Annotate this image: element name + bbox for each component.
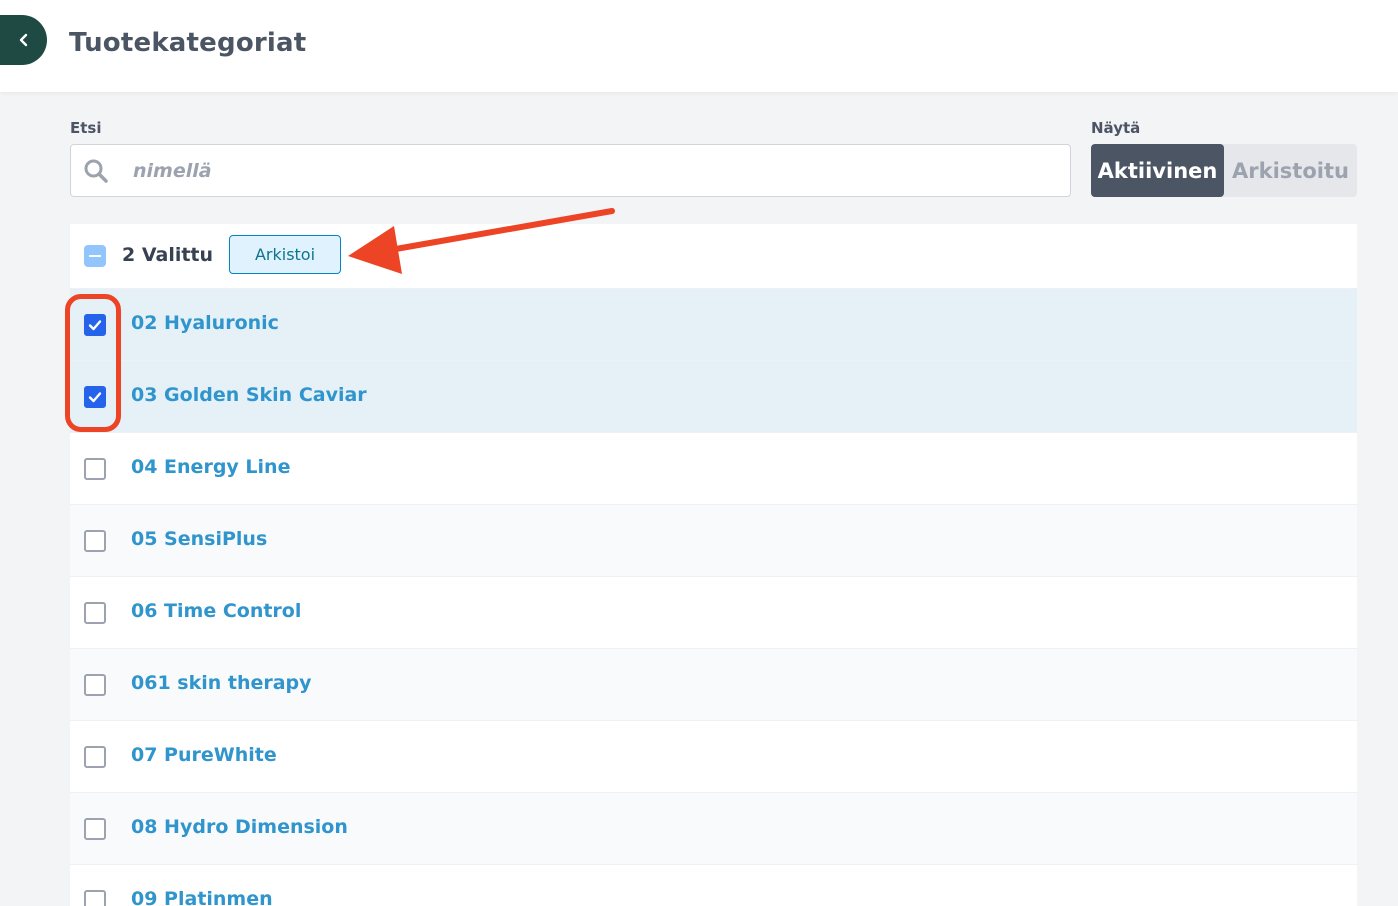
selected-count: 2 Valittu xyxy=(122,244,214,266)
toggle-active[interactable]: Aktiivinen xyxy=(1091,144,1224,197)
list-item: 03 Golden Skin Caviar xyxy=(70,360,1357,432)
row-checkbox[interactable] xyxy=(84,890,106,906)
bulk-action-bar: 2 Valittu Arkistoi xyxy=(70,224,1357,288)
list-item: 02 Hyaluronic xyxy=(70,288,1357,360)
row-checkbox[interactable] xyxy=(84,530,106,552)
category-link[interactable]: 061 skin therapy xyxy=(131,672,312,694)
row-checkbox[interactable] xyxy=(84,458,106,480)
category-link[interactable]: 07 PureWhite xyxy=(131,744,277,766)
category-link[interactable]: 03 Golden Skin Caviar xyxy=(131,384,367,406)
archive-button[interactable]: Arkistoi xyxy=(229,235,341,274)
category-link[interactable]: 09 Platinmen xyxy=(131,888,273,906)
row-checkbox[interactable] xyxy=(84,314,106,336)
list-item: 09 Platinmen xyxy=(70,864,1357,906)
back-button[interactable] xyxy=(0,15,47,65)
show-label: Näytä xyxy=(1091,119,1141,137)
page-header: Tuotekategoriat xyxy=(0,0,1398,92)
row-checkbox[interactable] xyxy=(84,818,106,840)
list-item: 07 PureWhite xyxy=(70,720,1357,792)
search-label: Etsi xyxy=(70,119,102,137)
list-item: 061 skin therapy xyxy=(70,648,1357,720)
category-list: 2 Valittu Arkistoi 02 Hyaluronic 03 Gold… xyxy=(70,224,1357,906)
row-checkbox[interactable] xyxy=(84,602,106,624)
toggle-archived[interactable]: Arkistoitu xyxy=(1224,144,1357,197)
list-item: 08 Hydro Dimension xyxy=(70,792,1357,864)
row-checkbox[interactable] xyxy=(84,386,106,408)
row-checkbox[interactable] xyxy=(84,674,106,696)
list-item: 06 Time Control xyxy=(70,576,1357,648)
select-all-checkbox[interactable] xyxy=(84,245,106,267)
category-link[interactable]: 08 Hydro Dimension xyxy=(131,816,348,838)
search-icon xyxy=(84,159,108,183)
search-box[interactable] xyxy=(70,144,1071,197)
checkmark-icon xyxy=(88,320,102,331)
category-link[interactable]: 04 Energy Line xyxy=(131,456,290,478)
chevron-left-icon xyxy=(19,33,27,47)
status-toggle: Aktiivinen Arkistoitu xyxy=(1091,144,1357,197)
page-title: Tuotekategoriat xyxy=(69,28,307,58)
category-link[interactable]: 05 SensiPlus xyxy=(131,528,267,550)
list-item: 04 Energy Line xyxy=(70,432,1357,504)
search-input[interactable] xyxy=(133,153,1053,189)
category-link[interactable]: 02 Hyaluronic xyxy=(131,312,279,334)
row-checkbox[interactable] xyxy=(84,746,106,768)
list-item: 05 SensiPlus xyxy=(70,504,1357,576)
category-link[interactable]: 06 Time Control xyxy=(131,600,301,622)
checkmark-icon xyxy=(88,392,102,403)
